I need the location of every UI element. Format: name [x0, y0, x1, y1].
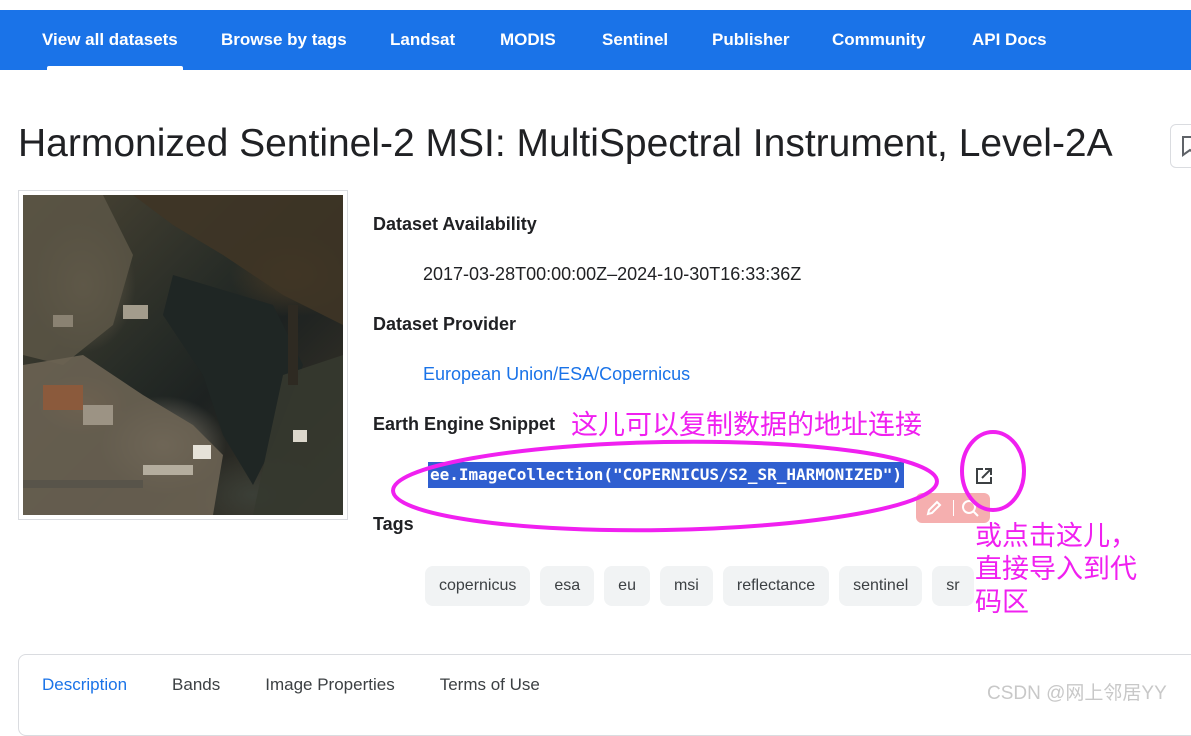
annotation-open-note-line: 或点击这儿， [975, 521, 1137, 551]
annotation-open-note-line: 码区 [975, 587, 1029, 617]
watermark: CSDN @网上邻居YY [987, 683, 1167, 704]
annotation-copy-note: 这儿可以复制数据的地址连接 [571, 410, 922, 440]
annotation-ellipse-snippet [391, 439, 939, 533]
annotation-ellipse-open-button [960, 430, 1026, 512]
annotation-open-note: 或点击这儿， 直接导入到代 码区 [975, 520, 1137, 619]
annotation-open-note-line: 直接导入到代 [975, 554, 1137, 584]
